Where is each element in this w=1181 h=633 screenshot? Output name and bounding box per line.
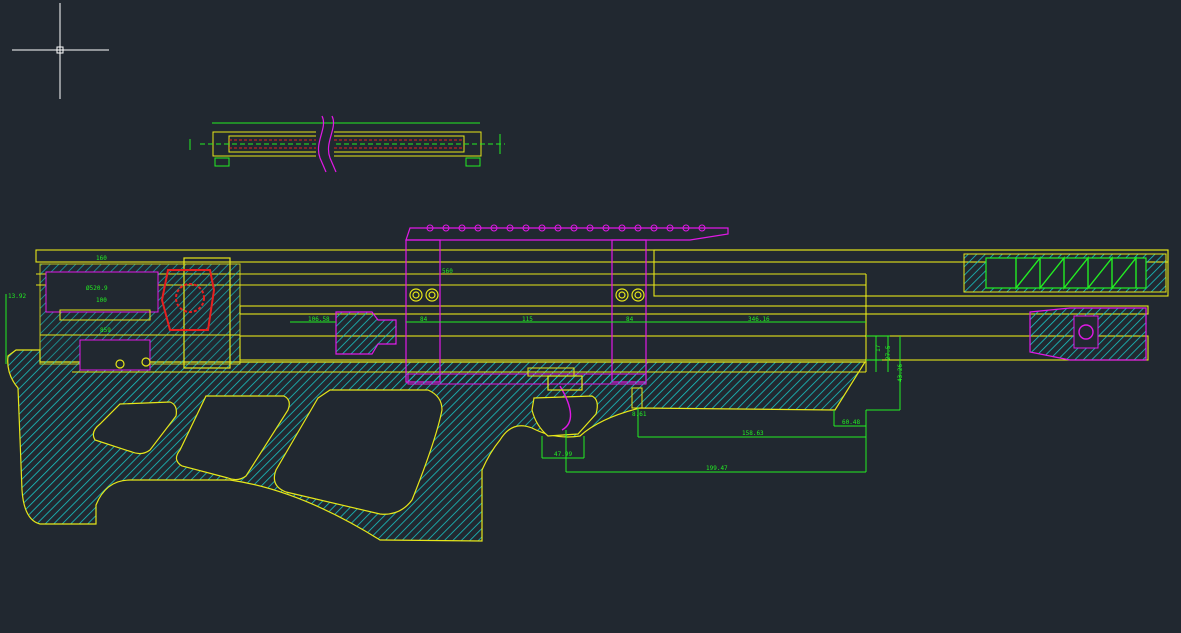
barrel-detail-view: [189, 115, 505, 173]
dim-receiver-label: 100: [96, 297, 107, 304]
dim-pin-size: 8.61: [632, 411, 647, 418]
dim-detail-a: 160: [96, 255, 107, 262]
cad-drawing-canvas[interactable]: 13.92 560 106.58 84 115 84 346.16 17 27.…: [0, 0, 1181, 633]
dim-grip-width: 47.99: [554, 451, 572, 458]
dim-trigger-guard: 60.48: [842, 419, 860, 426]
dim-length-b: 84: [420, 316, 428, 323]
dim-stock-height: 13.92: [8, 293, 26, 300]
dim-height-a: 17: [875, 344, 882, 352]
dim-length-e: 346.16: [748, 316, 770, 323]
muzzle-brake: [1029, 307, 1147, 361]
dim-grip-to-end-b: 199.47: [706, 465, 728, 472]
dim-barrel-label: 560: [442, 268, 453, 275]
crosshair-cursor-icon: [12, 3, 109, 99]
forend-truss: [963, 253, 1167, 293]
dim-height-c: 43.26: [897, 364, 904, 382]
dim-length-d: 84: [626, 316, 634, 323]
action-mechanism: [39, 257, 241, 371]
dim-length-c: 115: [522, 316, 533, 323]
rifle-side-view: [7, 224, 1169, 542]
dim-detail-c: 859: [100, 327, 111, 334]
dim-height-b: 27.5: [885, 345, 892, 360]
dim-grip-to-end-a: 158.63: [742, 430, 764, 437]
dim-length-a: 106.58: [308, 316, 330, 323]
dim-detail-b: Ø520.9: [86, 285, 108, 292]
